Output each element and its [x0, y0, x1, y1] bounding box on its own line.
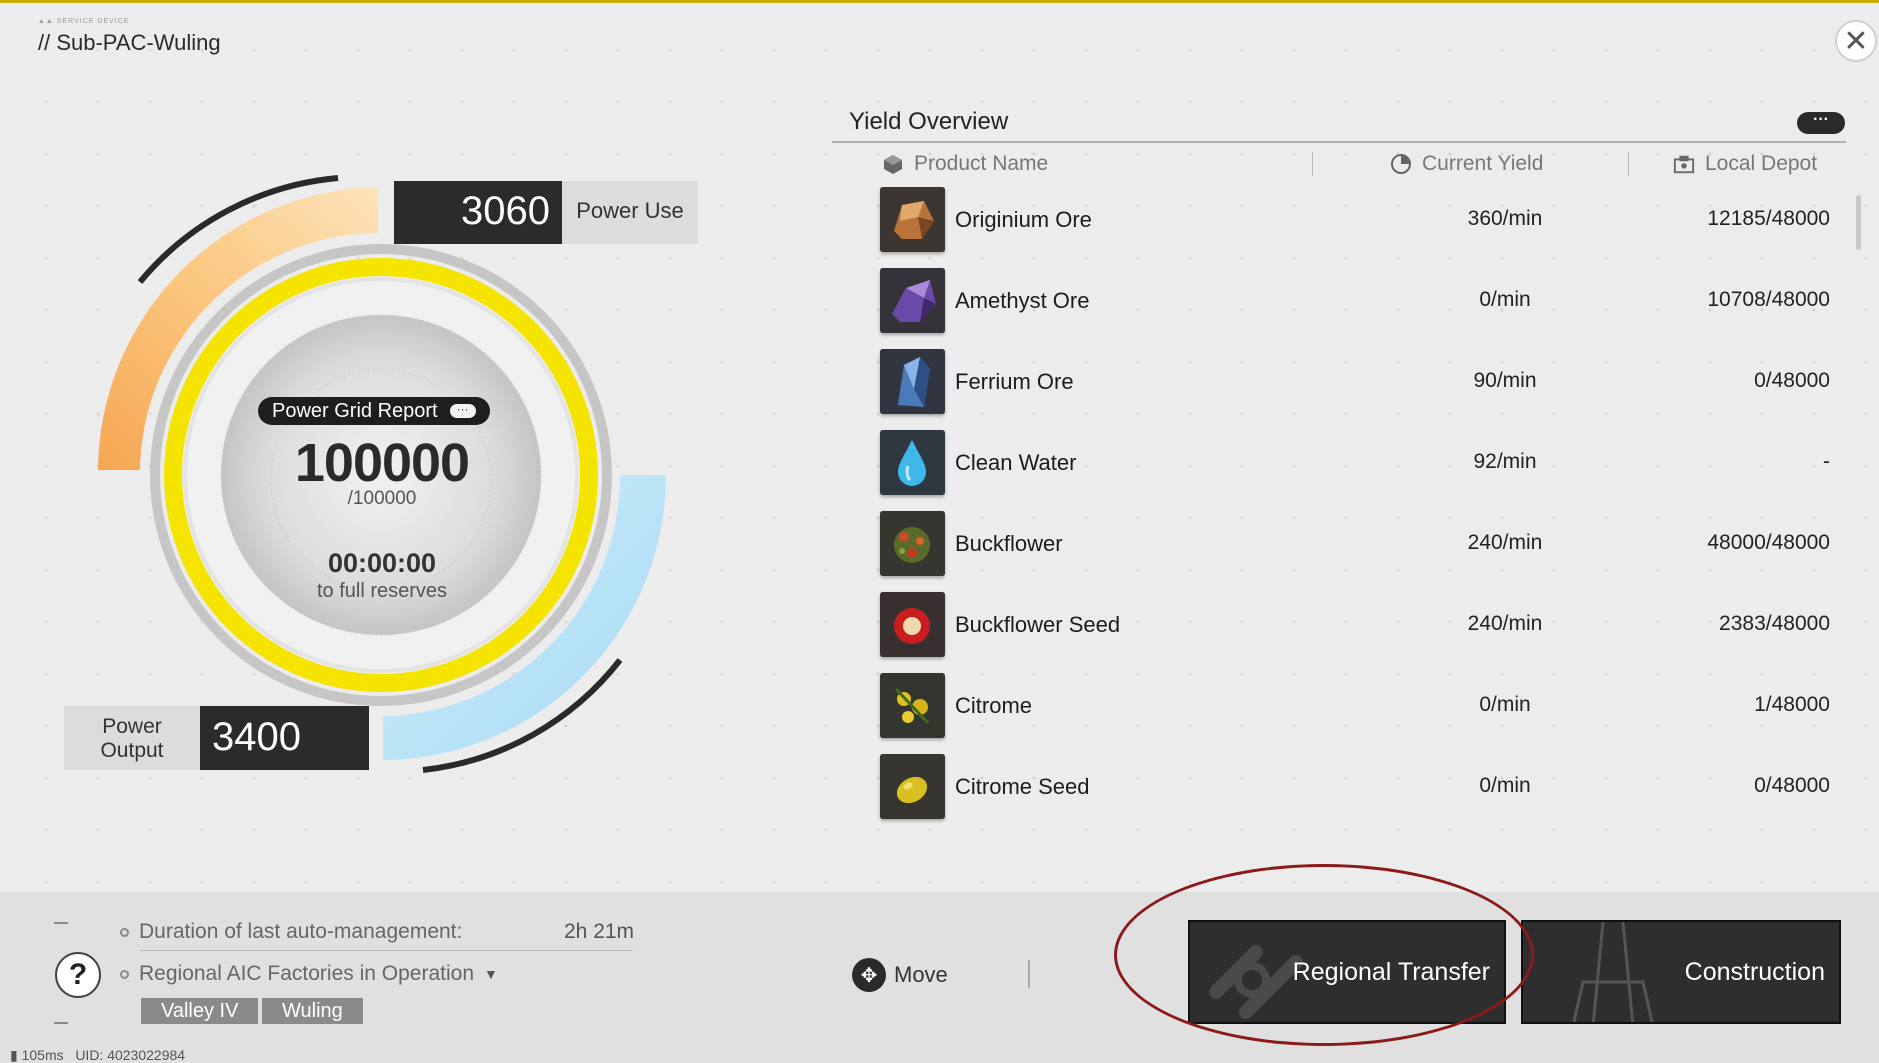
yield-more-button[interactable]: ··· [1797, 112, 1845, 134]
signal-icon: ▮ [10, 1047, 18, 1063]
column-product-name[interactable]: Product Name [882, 152, 1048, 176]
citrome-seed-icon [880, 754, 945, 819]
power-grid-report-button[interactable]: Power Grid Report ··· [258, 397, 490, 425]
list-item[interactable]: Buckflower Seed 240/min 2383/48000 [880, 590, 1830, 671]
citrome-icon [880, 673, 945, 738]
factories-dropdown[interactable]: Regional AIC Factories in Operation ▼ [120, 962, 498, 986]
tag-valley-iv[interactable]: Valley IV [141, 998, 259, 1024]
tag-wuling[interactable]: Wuling [262, 998, 363, 1024]
buckflower-seed-icon [880, 592, 945, 657]
power-use-panel: 3060 Power Use [394, 181, 698, 244]
ferrium-ore-icon [880, 349, 945, 414]
decor-dash [54, 922, 68, 924]
reserve-value: 100000 [294, 433, 470, 493]
yield-divider [832, 141, 1846, 143]
power-use-label: Power Use [562, 181, 698, 244]
construction-button[interactable]: Construction [1521, 920, 1841, 1024]
vertical-divider [1028, 960, 1030, 988]
info-divider [140, 950, 633, 951]
report-label: Power Grid Report [272, 400, 438, 422]
column-separator [1628, 152, 1629, 176]
yield-scrollbar[interactable] [1856, 195, 1861, 250]
more-icon: ··· [449, 403, 476, 418]
reserve-timer-label: to full reserves [316, 580, 448, 602]
close-icon: ✕ [1843, 24, 1869, 58]
list-item[interactable]: Ferrium Ore 90/min 0/48000 [880, 347, 1830, 428]
power-use-value: 3060 [394, 181, 562, 244]
buckflower-icon [880, 511, 945, 576]
move-icon: ✥ [852, 958, 886, 992]
cube-icon [884, 155, 902, 174]
power-output-panel: Power Output 3400 [64, 706, 369, 770]
column-current-yield[interactable]: Current Yield [1390, 152, 1543, 176]
auto-management-info: Duration of last auto-management: [120, 920, 462, 944]
status-bar: ▮ 105ms UID: 4023022984 [10, 1047, 186, 1063]
power-output-label: Power Output [64, 706, 200, 770]
move-control[interactable]: ✥ Move [852, 958, 948, 992]
construction-icon [1572, 922, 1654, 1022]
list-item[interactable]: Originium Ore 360/min 12185/48000 [880, 185, 1830, 266]
close-button[interactable]: ✕ [1835, 20, 1877, 62]
help-button[interactable]: ? [55, 952, 101, 998]
reserve-timer: 00:00:00 [327, 548, 437, 578]
caret-down-icon: ▼ [484, 966, 498, 982]
pie-chart-icon [1391, 154, 1411, 174]
reserve-max: /100000 [347, 488, 417, 509]
auto-management-duration: 2h 21m [564, 920, 635, 943]
yield-list: Originium Ore 360/min 12185/48000 Amethy… [880, 185, 1830, 833]
originium-ore-icon [880, 187, 945, 252]
water-drop-icon [880, 430, 945, 495]
column-local-depot[interactable]: Local Depot [1673, 152, 1817, 176]
bullet-icon [120, 969, 129, 979]
highlight-annotation [1114, 864, 1534, 1046]
list-item[interactable]: Citrome Seed 0/min 0/48000 [880, 752, 1830, 833]
decor-dash [54, 1022, 68, 1024]
list-item[interactable]: Clean Water 92/min - [880, 428, 1830, 509]
list-item[interactable]: Amethyst Ore 0/min 10708/48000 [880, 266, 1830, 347]
bullet-icon [120, 927, 129, 937]
amethyst-ore-icon [880, 268, 945, 333]
list-item[interactable]: Buckflower 240/min 48000/48000 [880, 509, 1830, 590]
yield-overview-title: Yield Overview [849, 108, 1009, 135]
column-separator [1312, 152, 1313, 176]
depot-icon [1673, 155, 1695, 174]
power-output-value: 3400 [200, 706, 369, 770]
list-item[interactable]: Citrome 0/min 1/48000 [880, 671, 1830, 752]
